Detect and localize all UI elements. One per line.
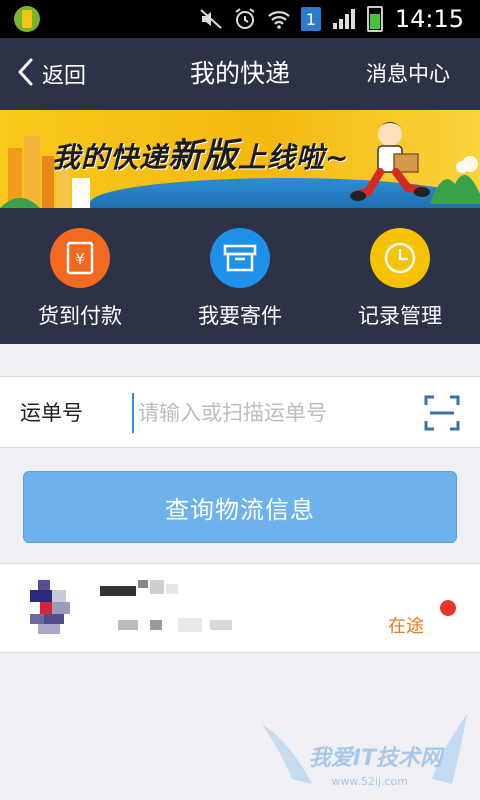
scan-icon[interactable] [424, 395, 460, 431]
tracking-number-input[interactable] [132, 393, 402, 433]
back-label: 返回 [42, 64, 87, 89]
watermark: 我爱IT技术网 www.52ij.com [252, 704, 472, 794]
banner-text-part1: 我的快递 [52, 141, 169, 174]
watermark-text: 我爱IT技术网 [308, 746, 442, 771]
message-center-button[interactable]: 消息中心 [366, 38, 450, 110]
tree-illustration [430, 156, 480, 204]
package-carrier-name [100, 580, 178, 596]
cod-button[interactable]: ¥ 货到付款 [0, 208, 160, 344]
app-badge-icon [14, 6, 40, 32]
nav-bar: 返回 我的快递 消息中心 [0, 38, 480, 110]
status-time: 14:15 [394, 5, 464, 33]
query-logistics-button[interactable]: 查询物流信息 [23, 471, 457, 543]
status-bar: 1 14:15 [0, 0, 480, 38]
tracking-label: 运单号 [20, 401, 83, 425]
records-label: 记录管理 [358, 304, 442, 328]
svg-text:¥: ¥ [75, 250, 85, 268]
status-icons: 1 14:15 [199, 4, 464, 34]
package-number [118, 618, 232, 632]
banner-text-part2: 新版 [168, 136, 239, 176]
sim-icon: 1 [300, 7, 321, 31]
tracking-input-row: 运单号 [0, 376, 480, 448]
chevron-left-icon [16, 58, 34, 90]
signal-icon [331, 4, 357, 34]
courier-illustration [350, 122, 430, 201]
unread-dot [440, 600, 456, 616]
promo-banner[interactable]: 我的快递新版上线啦~ [0, 110, 480, 208]
banner-headline: 我的快递新版上线啦~ [52, 128, 349, 177]
carrier-logo [30, 580, 70, 634]
watermark-url: www.52ij.com [331, 775, 408, 788]
package-status: 在途 [388, 616, 424, 637]
cod-label: 货到付款 [38, 304, 122, 328]
quick-actions: ¥ 货到付款 我要寄件 记录管理 [0, 208, 480, 344]
back-button[interactable]: 返回 [16, 38, 86, 110]
send-package-label: 我要寄件 [198, 304, 282, 328]
yuan-receipt-icon: ¥ [50, 228, 110, 288]
wifi-icon [267, 4, 291, 34]
box-icon [210, 228, 270, 288]
alarm-icon [233, 4, 257, 34]
clock-icon [370, 228, 430, 288]
battery-icon [366, 6, 383, 32]
banner-text-part3: 上线啦~ [238, 141, 350, 174]
records-button[interactable]: 记录管理 [320, 208, 480, 344]
send-package-button[interactable]: 我要寄件 [160, 208, 320, 344]
mute-icon [199, 4, 223, 34]
package-list-item[interactable]: 在途 [0, 563, 480, 653]
